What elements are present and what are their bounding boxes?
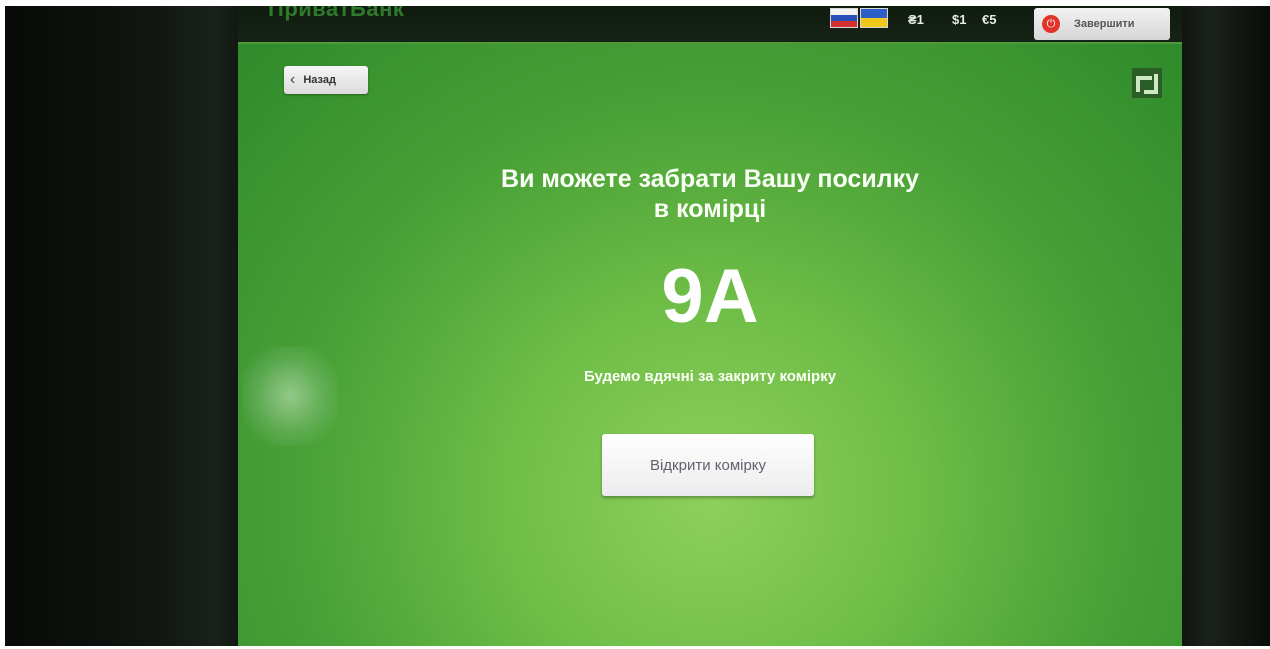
headline-line-1: Ви можете забрати Вашу посилку (501, 165, 919, 193)
language-selector (830, 8, 890, 28)
main-content: ‹ Назад Ви можете забрати Вашу посилку в… (238, 44, 1182, 649)
atm-screen: ПриватБанк ₴1 $1 €5 ⏻ Завершити ‹ Назад (238, 0, 1182, 649)
russian-flag-icon[interactable] (830, 8, 858, 28)
balance-uah: ₴1 (908, 12, 924, 27)
photo-border-left (0, 0, 5, 649)
finish-button[interactable]: ⏻ Завершити (1034, 8, 1170, 40)
atm-bezel (1182, 0, 1270, 649)
ukrainian-flag-icon[interactable] (860, 8, 888, 28)
balance-usd: $1 (952, 12, 967, 27)
headline-line-2: в комірці (653, 195, 767, 223)
thanks-message: Будемо вдячні за закриту комірку (583, 368, 837, 385)
balance-eur: €5 (982, 12, 997, 27)
photo-border-top (0, 0, 1270, 6)
screen-glare (242, 346, 338, 446)
privatbank-logo-icon (1132, 68, 1162, 98)
back-button-label: Назад (303, 74, 336, 86)
top-bar: ПриватБанк ₴1 $1 €5 ⏻ Завершити (238, 0, 1182, 44)
back-button[interactable]: ‹ Назад (284, 66, 368, 94)
atm-photo: ПриватБанк ₴1 $1 €5 ⏻ Завершити ‹ Назад (0, 0, 1270, 649)
power-icon: ⏻ (1042, 15, 1060, 33)
finish-button-label: Завершити (1074, 18, 1135, 30)
cell-number: 9A (661, 254, 759, 339)
open-cell-button[interactable]: Відкрити комірку (602, 434, 814, 496)
chevron-left-icon: ‹ (290, 71, 296, 88)
headline: Ви можете забрати Вашу посилку в комірці (410, 164, 1010, 224)
